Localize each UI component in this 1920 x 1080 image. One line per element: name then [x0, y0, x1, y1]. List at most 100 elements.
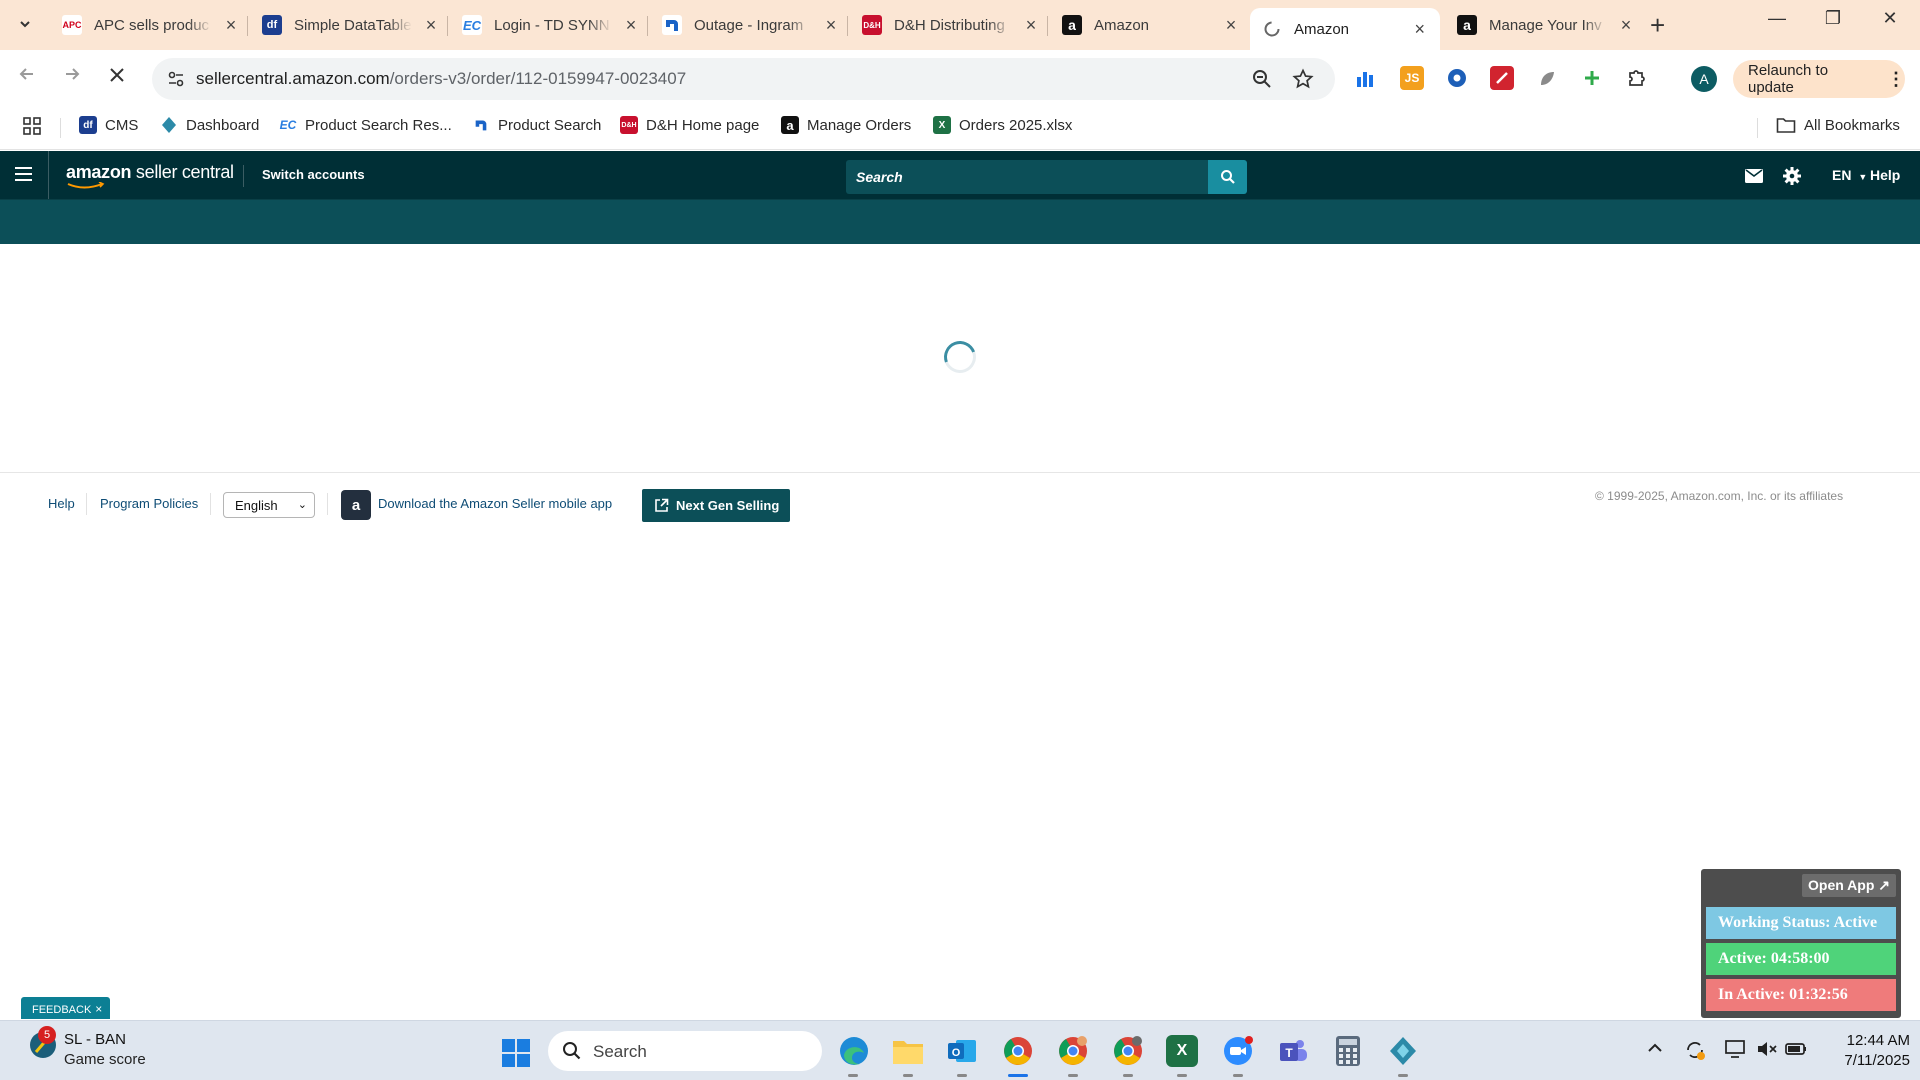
- forward-button[interactable]: [58, 64, 86, 92]
- tab-title: Amazon: [1294, 20, 1350, 38]
- tab-search-button[interactable]: [10, 9, 40, 39]
- search-button[interactable]: [1208, 160, 1247, 194]
- bookmark-orders-xlsx[interactable]: X Orders 2025.xlsx: [933, 116, 1072, 134]
- close-icon[interactable]: ×: [822, 15, 840, 36]
- bookmark-manage-orders[interactable]: a Manage Orders: [781, 116, 911, 134]
- running-indicator: [903, 1074, 913, 1077]
- next-gen-selling-button[interactable]: Next Gen Selling: [642, 489, 790, 522]
- active-indicator: [1008, 1074, 1028, 1077]
- seller-app-icon[interactable]: a: [341, 490, 371, 520]
- profile-avatar[interactable]: A: [1691, 66, 1717, 92]
- seller-central-subnav: [0, 199, 1920, 244]
- taskbar-search[interactable]: Search: [548, 1031, 822, 1071]
- close-icon[interactable]: ×: [222, 15, 240, 36]
- restore-button[interactable]: ❐: [1813, 8, 1853, 29]
- close-icon[interactable]: ×: [95, 1002, 102, 1016]
- feedback-tab[interactable]: FEEDBACK ×: [21, 997, 111, 1019]
- bookmark-dh-home[interactable]: D&H D&H Home page: [620, 116, 759, 134]
- messages-button[interactable]: [1745, 165, 1763, 187]
- dashboard-extension-icon[interactable]: [1354, 66, 1378, 90]
- language-selector[interactable]: EN ▼: [1832, 167, 1867, 183]
- leaf-extension-icon[interactable]: [1535, 66, 1559, 90]
- bookmark-divider: [1757, 118, 1758, 138]
- bookmark-product-search-results[interactable]: EC Product Search Res...: [279, 116, 452, 134]
- close-icon[interactable]: ×: [1222, 15, 1240, 36]
- diamond-app-icon[interactable]: [1387, 1035, 1419, 1067]
- more-menu-icon[interactable]: ⋮: [1887, 69, 1905, 90]
- browser-tab-4[interactable]: Outage - Ingram ×: [650, 8, 852, 42]
- battery-icon[interactable]: [1784, 1039, 1808, 1064]
- program-policies-link[interactable]: Program Policies: [100, 496, 198, 511]
- running-indicator: [1177, 1074, 1187, 1077]
- volume-muted-icon[interactable]: [1756, 1039, 1778, 1064]
- display-icon[interactable]: [1724, 1039, 1746, 1064]
- ec-icon: EC: [279, 116, 297, 134]
- seller-search-input[interactable]: Search: [846, 160, 1208, 194]
- close-icon[interactable]: ×: [622, 15, 640, 36]
- relaunch-update-button[interactable]: Relaunch to update ⋮: [1733, 60, 1905, 98]
- address-bar[interactable]: sellercentral.amazon.com/orders-v3/order…: [152, 58, 1335, 100]
- minimize-button[interactable]: —: [1757, 8, 1797, 29]
- amazon-smile-icon: [67, 182, 105, 189]
- close-icon[interactable]: ×: [1022, 15, 1040, 36]
- settings-button[interactable]: [1782, 165, 1802, 187]
- stop-loading-button[interactable]: [103, 64, 131, 92]
- pdf-extension-icon[interactable]: [1490, 66, 1514, 90]
- help-link[interactable]: Help: [1870, 167, 1900, 183]
- calculator-icon[interactable]: [1332, 1035, 1364, 1067]
- site-settings-icon[interactable]: [166, 69, 186, 89]
- outlook-icon[interactable]: O: [946, 1035, 978, 1067]
- seller-central-logo[interactable]: amazon seller central: [66, 162, 234, 183]
- close-window-button[interactable]: ✕: [1870, 8, 1910, 29]
- browser-tab-3[interactable]: EC Login - TD SYNN ×: [450, 8, 652, 42]
- language-value: English: [235, 498, 278, 513]
- browser-tab-active[interactable]: Amazon ×: [1250, 8, 1440, 50]
- open-app-button[interactable]: Open App ↗: [1802, 874, 1896, 897]
- new-tab-button[interactable]: +: [1650, 10, 1665, 41]
- plus-extension-icon[interactable]: [1580, 66, 1604, 90]
- all-bookmarks-button[interactable]: All Bookmarks: [1776, 116, 1900, 134]
- back-button[interactable]: [13, 64, 41, 92]
- windows-start-icon[interactable]: [502, 1039, 530, 1067]
- chrome-profile-icon[interactable]: [1057, 1035, 1089, 1067]
- bookmark-dashboard[interactable]: Dashboard: [160, 116, 259, 134]
- browser-tab-6[interactable]: a Amazon ×: [1050, 8, 1252, 42]
- js-extension-icon[interactable]: JS: [1400, 66, 1424, 90]
- close-icon[interactable]: ×: [1617, 15, 1635, 36]
- footer-divider: [210, 493, 211, 515]
- browser-tab-8[interactable]: a Manage Your Inv ×: [1445, 8, 1647, 42]
- hamburger-menu-icon[interactable]: [15, 167, 32, 185]
- apps-grid-icon: [23, 117, 41, 135]
- time-tracker-widget: Open App ↗ Working Status: Active Active…: [1701, 869, 1901, 1018]
- footer-language-select[interactable]: English ⌄: [223, 492, 315, 518]
- zoom-app-icon[interactable]: [1222, 1035, 1254, 1067]
- excel-icon[interactable]: X: [1166, 1035, 1198, 1067]
- chrome-profile-a-icon[interactable]: [1112, 1035, 1144, 1067]
- puzzle-icon[interactable]: [1625, 66, 1649, 90]
- zoom-icon[interactable]: [1251, 68, 1273, 90]
- footer-help-link[interactable]: Help: [48, 496, 75, 511]
- bookmark-product-search[interactable]: Product Search: [472, 116, 601, 134]
- sync-icon[interactable]: [1684, 1039, 1706, 1066]
- close-icon[interactable]: ×: [422, 15, 440, 36]
- chevron-up-icon[interactable]: [1646, 1041, 1664, 1060]
- file-explorer-icon[interactable]: [892, 1035, 924, 1067]
- browser-tab-5[interactable]: D&H D&H Distributing ×: [850, 8, 1052, 42]
- star-icon[interactable]: [1292, 68, 1314, 90]
- system-clock[interactable]: 12:44 AM 7/11/2025: [1820, 1031, 1910, 1071]
- globe-extension-icon[interactable]: [1445, 66, 1469, 90]
- browser-tab-1[interactable]: APC APC sells produc ×: [50, 8, 252, 42]
- edge-icon[interactable]: [838, 1035, 870, 1067]
- switch-accounts-link[interactable]: Switch accounts: [262, 167, 365, 182]
- chrome-icon[interactable]: [1002, 1035, 1034, 1067]
- browser-tab-2[interactable]: df Simple DataTable ×: [250, 8, 452, 42]
- feedback-label: FEEDBACK: [32, 1004, 92, 1016]
- close-icon[interactable]: ×: [1412, 19, 1428, 40]
- download-app-link[interactable]: Download the Amazon Seller mobile app: [378, 496, 612, 511]
- apps-button[interactable]: [22, 116, 42, 136]
- amazon-icon: a: [1457, 15, 1477, 35]
- running-indicator: [1123, 1074, 1133, 1077]
- teams-icon[interactable]: T: [1277, 1035, 1309, 1067]
- tab-title: Simple DataTable: [294, 16, 412, 34]
- bookmark-cms[interactable]: df CMS: [79, 116, 138, 134]
